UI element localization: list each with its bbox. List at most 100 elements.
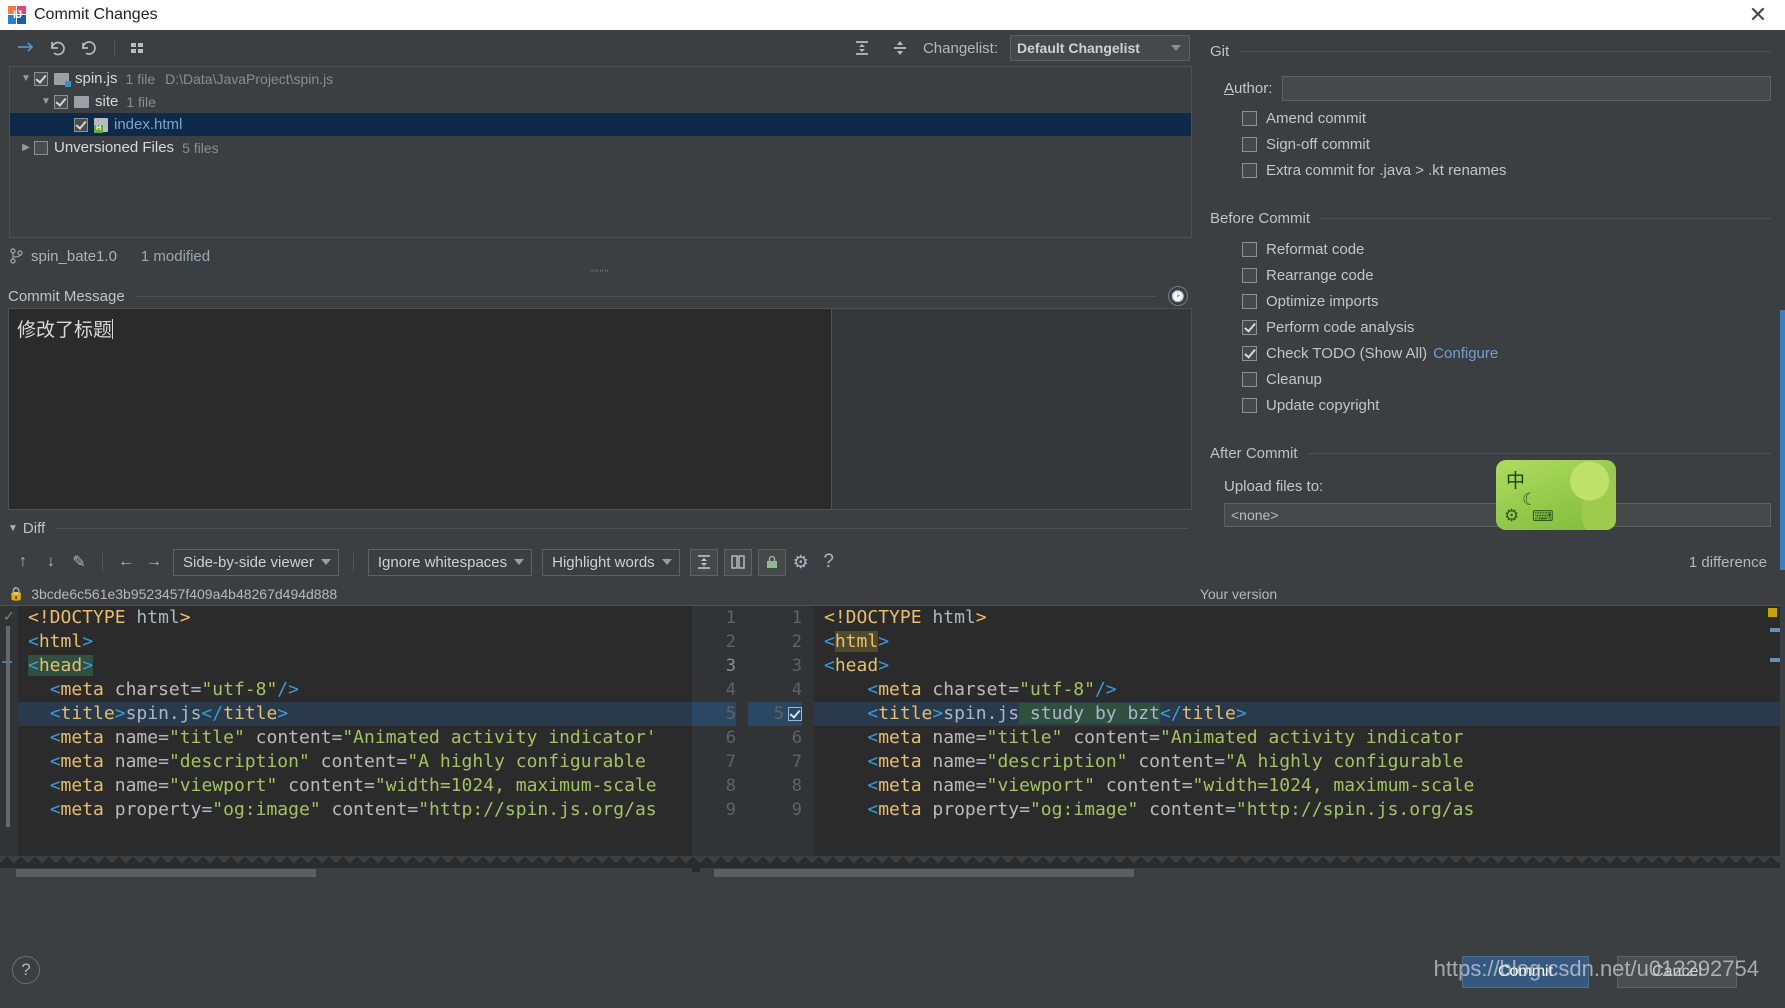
checkbox-box[interactable] [1242,242,1257,257]
tree-twisty-icon[interactable]: ▼ [18,73,34,84]
tree-checkbox[interactable] [54,94,68,109]
code-line: <meta name="title" content="Animated act… [49,727,657,748]
checkbox-label: Cleanup [1266,371,1322,388]
checkbox-extra-commit-renames[interactable]: Extra commit for .java > .kt renames [1242,162,1771,179]
help-button[interactable]: ? [12,956,40,984]
chevron-down-icon [514,559,525,565]
cancel-button[interactable]: Cancel [1617,956,1737,988]
before-commit-section-header: Before Commit [1210,207,1771,229]
gear-icon[interactable]: ⚙ [788,549,814,575]
checkbox-cleanup[interactable]: Cleanup [1242,371,1771,388]
changelist-select[interactable]: Default Changelist [1010,35,1190,61]
diff-right-code[interactable]: 1 2 3 4 5 6 7 8 9 1 2 3 4 5 6 7 8 9 <!DO… [692,606,1785,872]
rule [134,295,1156,297]
checkbox-check-todo[interactable]: Check TODO (Show All) Configure [1242,345,1771,362]
accept-change-checkbox[interactable] [788,707,802,721]
expand-all-icon[interactable] [847,35,877,61]
refresh-icon[interactable] [74,35,104,61]
highlight-mode-select[interactable]: Highlight words [542,548,680,576]
change-marker [2,661,12,663]
code-line: <!DOCTYPE html> [824,607,987,628]
modified-count: 1 modified [140,247,211,265]
tree-checkbox[interactable] [34,71,48,86]
diff-left-code[interactable]: ✓ <!DOCTYPE html> <html> <head> <meta ch… [0,606,692,872]
collapse-all-icon[interactable] [885,35,915,61]
previous-difference-icon[interactable]: ↑ [10,549,36,575]
dialog-vscrollbar[interactable] [1780,60,1785,1008]
checkbox-optimize-imports[interactable]: Optimize imports [1242,293,1771,310]
checkbox-rearrange-code[interactable]: Rearrange code [1242,267,1771,284]
checkbox-box[interactable] [1242,163,1257,178]
chevron-down-icon[interactable]: ▼ [8,523,18,534]
checkbox-box[interactable] [1242,372,1257,387]
diff-right-lines: <!DOCTYPE html> <html> <head> <meta char… [814,606,1785,872]
readonly-lock-icon[interactable] [757,548,786,576]
tree-row[interactable]: ▼ site 1 file [10,90,1191,113]
line-number: 6 [791,728,802,748]
diff-toolbar: ↑ ↓ ✎ ← → Side-by-side viewer Ignore whi… [0,542,1785,582]
checkbox-perform-code-analysis[interactable]: Perform code analysis [1242,319,1771,336]
lock-icon: 🔒 [8,585,25,601]
warning-marker [1768,608,1777,617]
line-number: 1 [791,608,802,628]
checkbox-sign-off-commit[interactable]: Sign-off commit [1242,136,1771,153]
checkbox-box[interactable] [1242,346,1257,361]
gear-icon[interactable]: ⚙ [1504,506,1519,526]
diff-section-title: Diff [22,519,46,537]
checkbox-box[interactable] [1242,111,1257,126]
show-diff-icon[interactable] [10,35,40,61]
configure-link[interactable]: Configure [1433,345,1498,362]
synchronize-scroll-icon[interactable] [723,548,752,576]
tree-checkbox[interactable] [74,117,88,132]
checkbox-reformat-code[interactable]: Reformat code [1242,241,1771,258]
viewer-mode-select[interactable]: Side-by-side viewer [173,548,339,576]
code-line: <head> [28,655,94,676]
checkbox-update-copyright[interactable]: Update copyright [1242,397,1771,414]
checkbox-box[interactable] [1242,398,1257,413]
changes-tree[interactable]: ▼ spin.js 1 file D:\Data\JavaProject\spi… [9,66,1192,238]
tree-item-path: D:\Data\JavaProject\spin.js [165,70,334,87]
commit-message-box[interactable]: 修改了标题 [8,308,1192,510]
checkbox-box[interactable] [1242,137,1257,152]
checkbox-box[interactable] [1242,320,1257,335]
next-difference-icon[interactable]: ↓ [38,549,64,575]
help-icon[interactable]: ? [816,549,842,575]
diff-section-header[interactable]: ▼ Diff [8,518,1188,538]
rule [1239,50,1771,52]
git-section-title: Git [1210,42,1230,60]
commit-button[interactable]: Commit [1462,956,1589,988]
tree-row[interactable]: index.html [10,113,1191,136]
tree-row[interactable]: ▶ Unversioned Files 5 files [10,136,1191,159]
apply-left-icon[interactable]: ← [113,549,139,575]
checkbox-label: Optimize imports [1266,293,1379,310]
checkbox-box[interactable] [1242,268,1257,283]
rule [55,527,1188,529]
edit-source-icon[interactable]: ✎ [66,549,92,575]
splitter-handle[interactable]: """" [590,268,610,280]
rule [1307,452,1771,454]
tree-item-name: spin.js [75,70,118,87]
ime-mode-label[interactable]: 中 [1506,466,1525,493]
commit-message-input[interactable]: 修改了标题 [9,309,831,509]
apply-right-icon[interactable]: → [141,549,167,575]
line-number-with-accept[interactable]: 5 [748,702,802,726]
diff-right-hscrollbar[interactable] [700,868,1785,878]
ime-floating-widget[interactable]: 中 ☾ ⚙ ⌨ [1496,460,1616,530]
checkbox-box[interactable] [1242,294,1257,309]
group-by-icon[interactable] [123,35,153,61]
tree-twisty-icon[interactable]: ▶ [18,142,34,153]
tree-checkbox[interactable] [34,140,48,155]
changelist-value: Default Changelist [1017,40,1140,56]
tree-row[interactable]: ▼ spin.js 1 file D:\Data\JavaProject\spi… [10,67,1191,90]
collapse-unchanged-icon[interactable] [689,548,718,576]
keyboard-icon[interactable]: ⌨ [1532,507,1554,525]
author-field[interactable] [1282,76,1771,101]
checkbox-amend-commit[interactable]: Amend commit [1242,110,1771,127]
clock-icon[interactable]: 🕑 [1168,286,1188,306]
diff-left-hscrollbar[interactable] [0,868,692,878]
whitespace-mode-select[interactable]: Ignore whitespaces [367,548,533,576]
revert-icon[interactable] [42,35,72,61]
diff-line-numbers: 1 2 3 4 5 6 7 8 9 1 2 3 4 5 6 7 8 9 [692,606,814,872]
tree-twisty-icon[interactable]: ▼ [38,96,54,107]
close-icon[interactable]: ✕ [1741,2,1775,28]
